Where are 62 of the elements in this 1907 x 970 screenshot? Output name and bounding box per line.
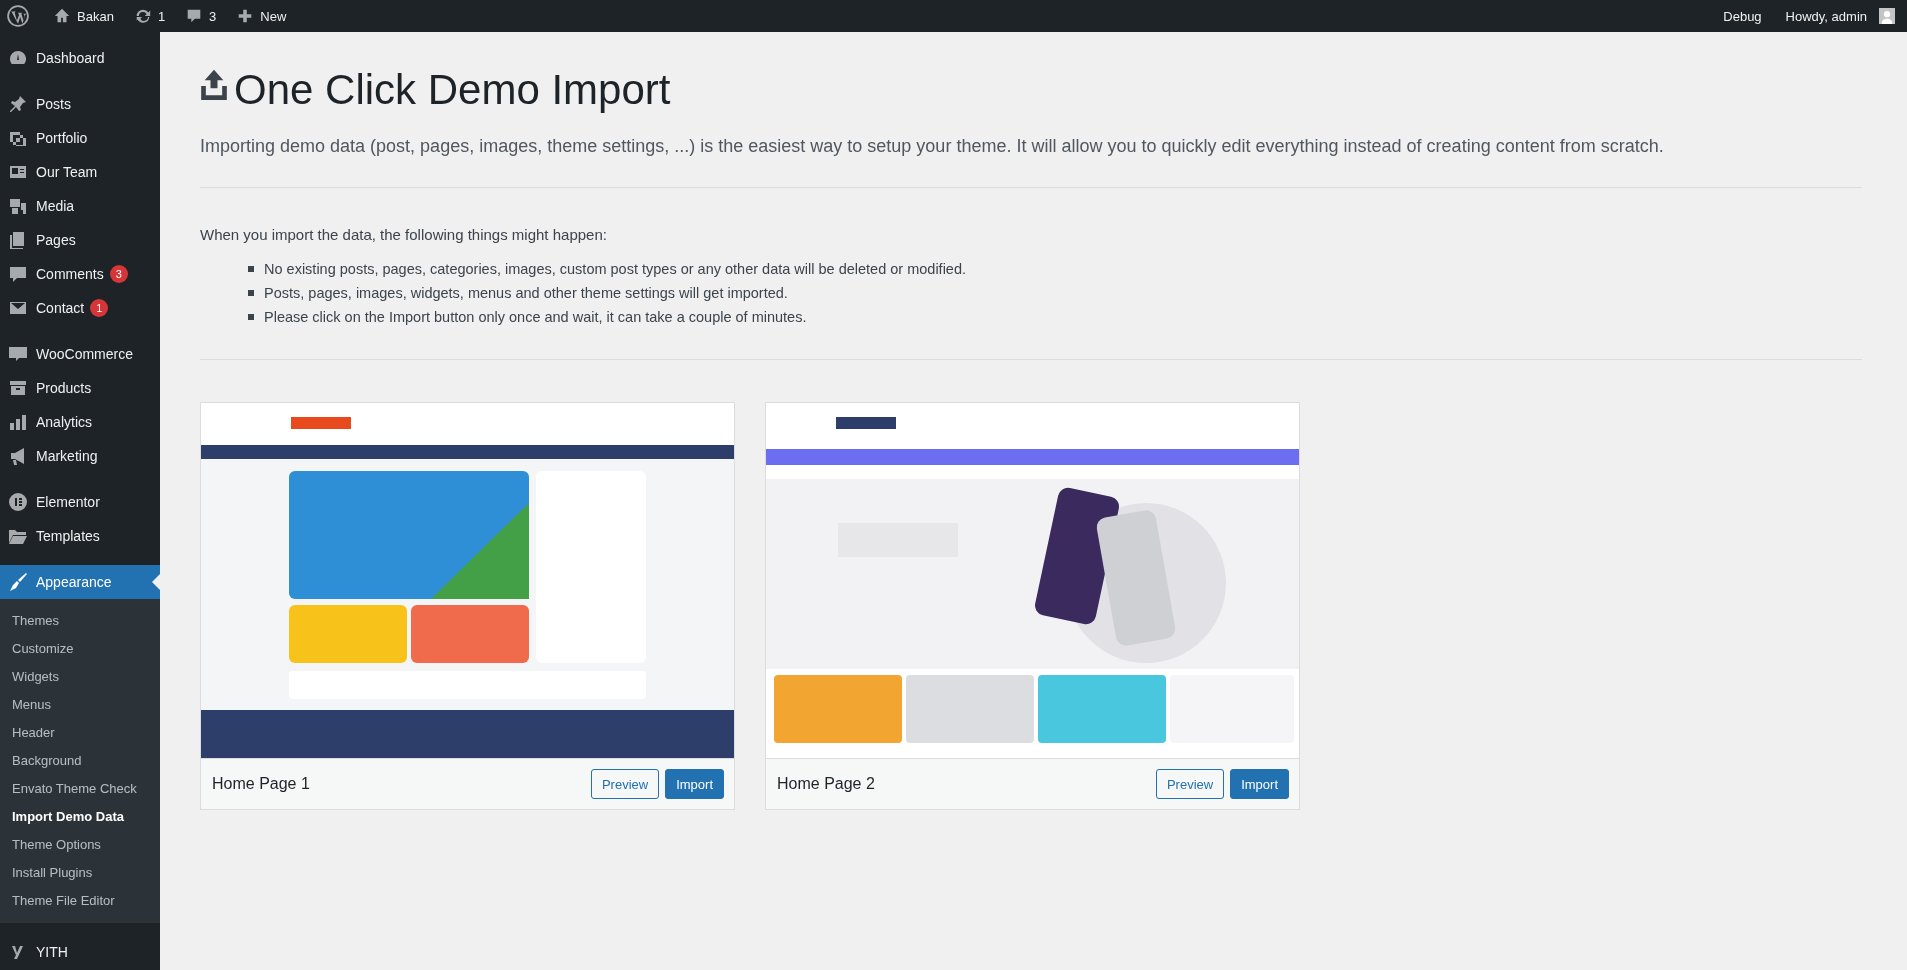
submenu-item[interactable]: Menus (0, 691, 160, 719)
intro-text: Importing demo data (post, pages, images, theme settings, ...) is the easiest way to setup your theme. It will allow you to quickly edit everything instead of creating content from scratch. (200, 136, 1665, 157)
sidebar-item[interactable]: Elementor (0, 485, 160, 519)
sidebar-item[interactable]: Media (0, 189, 160, 223)
page-title: One Click Demo Import (234, 66, 671, 114)
submenu-item[interactable]: Widgets (0, 663, 160, 691)
sidebar-item[interactable]: Dashboard (0, 41, 160, 75)
sidebar-item[interactable]: YITH (0, 935, 160, 969)
site-name-link[interactable]: Bakan (43, 7, 124, 25)
sidebar-item[interactable]: Comments 3 (0, 257, 160, 291)
sidebar-item[interactable]: Templates (0, 519, 160, 553)
sidebar-item[interactable]: Analytics (0, 405, 160, 439)
home-icon (53, 7, 71, 25)
toolbar-link[interactable]: Debug (1711, 8, 1774, 24)
notice-item: Posts, pages, images, widgets, menus and other theme settings will get imported. (264, 285, 788, 301)
menu-icon (8, 196, 28, 216)
submenu-item[interactable]: Themes (0, 607, 160, 635)
wordpress-logo-icon[interactable] (7, 5, 29, 27)
import-button[interactable]: Import (665, 769, 724, 799)
sidebar-item[interactable]: Contact 1 (0, 291, 160, 325)
count-badge: 1 (90, 299, 109, 317)
updates-link[interactable]: 1 (123, 7, 176, 25)
import-button[interactable]: Import (1230, 769, 1289, 799)
menu-icon (8, 264, 28, 284)
submenu-item[interactable]: Install Plugins (0, 859, 160, 887)
sidebar-item[interactable]: Products (0, 371, 160, 405)
submenu-item[interactable]: Theme Options (0, 831, 160, 859)
bullet-icon (248, 266, 254, 272)
submenu-item[interactable]: Envato Theme Check (0, 775, 160, 803)
bullet-icon (248, 290, 254, 296)
notice-item: No existing posts, pages, categories, images, custom post types or any other data will be deleted or modified. (264, 261, 966, 277)
count-badge: 3 (109, 265, 128, 283)
sidebar-item[interactable]: Portfolio (0, 121, 160, 155)
notice-text: When you import the data, the following things might happen: (200, 226, 608, 243)
upload-icon (200, 69, 228, 103)
sidebar-item[interactable]: WooCommerce (0, 337, 160, 371)
sidebar-item[interactable]: Pages (0, 223, 160, 257)
menu-icon (8, 492, 28, 512)
menu-icon (8, 412, 28, 432)
menu-icon (8, 572, 28, 592)
sidebar-item[interactable]: Marketing (0, 439, 160, 473)
menu-icon (8, 344, 28, 364)
current-menu-pointer (152, 574, 160, 590)
preview-button[interactable]: Preview (590, 769, 660, 799)
menu-icon (8, 94, 28, 114)
preview-button[interactable]: Preview (1155, 769, 1225, 799)
submenu-item[interactable]: Customize (0, 635, 160, 663)
submenu-item[interactable]: Background (0, 747, 160, 775)
toolbar-link[interactable]: Howdy, admin (1773, 8, 1879, 24)
demo-name: Home Page 2 (777, 775, 875, 793)
submenu-item[interactable]: Theme File Editor (0, 887, 160, 915)
submenu-item[interactable]: Header (0, 719, 160, 747)
new-content-link[interactable]: New (226, 7, 297, 25)
bullet-icon (248, 314, 254, 320)
sidebar-item[interactable]: Appearance (0, 565, 160, 599)
sidebar-item[interactable]: Our Team (0, 155, 160, 189)
demo-name: Home Page 1 (212, 775, 310, 793)
menu-icon (8, 378, 28, 398)
sidebar-item[interactable]: Posts (0, 87, 160, 121)
notice-item: Please click on the Import button only once and wait, it can take a couple of minutes. (264, 309, 807, 325)
submenu-item[interactable]: Import Demo Data (0, 803, 160, 831)
comments-link[interactable]: 3 (175, 7, 227, 25)
